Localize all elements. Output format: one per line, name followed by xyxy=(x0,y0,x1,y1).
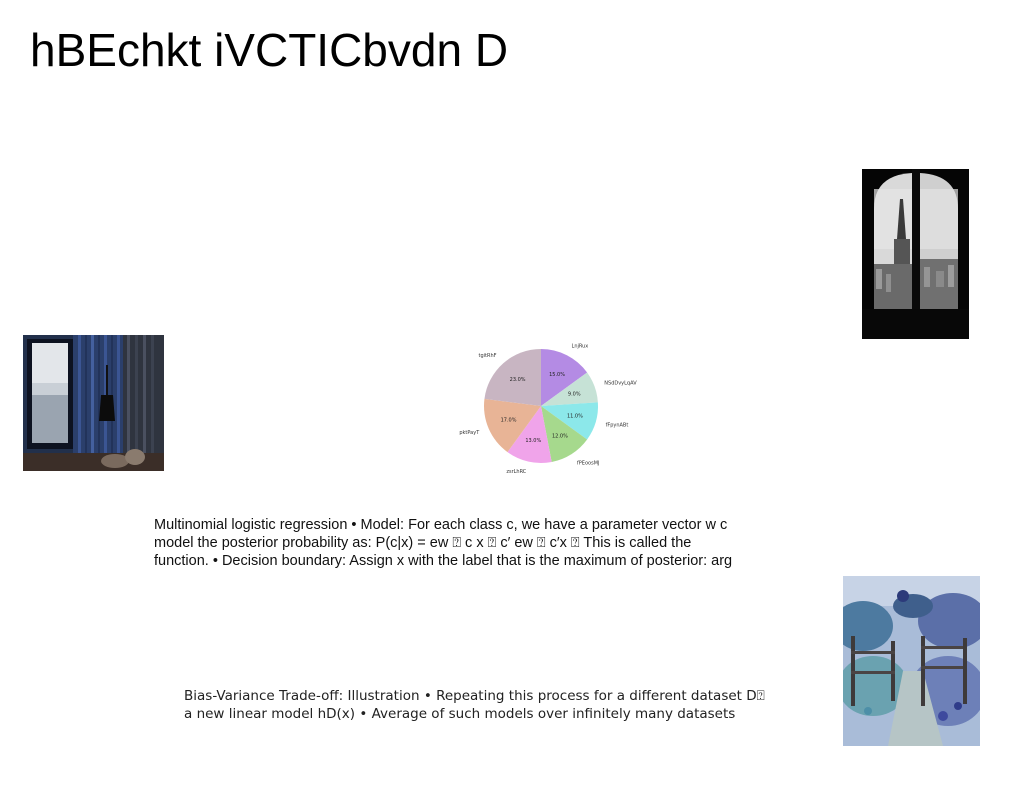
pie-category-label: fFpynABt xyxy=(606,422,629,428)
garden-gate-photo xyxy=(843,576,980,746)
pie-chart-svg: 15.0% LnjRux 9.0% NSdDvyLqAV 11.0% fFpynABt 12… xyxy=(459,344,637,476)
slide-title: hBEchkt iVCTICbvdn D xyxy=(30,24,509,76)
pie-pct-label: 17.0% xyxy=(501,418,517,424)
pie-pct-label: 15.0% xyxy=(549,372,565,378)
bias-line-1: Bias-Variance Trade-off: Illustration • … xyxy=(184,688,765,704)
pie-pct-label: 12.0% xyxy=(552,433,568,439)
pie-category-label: zsrLhRC xyxy=(506,469,526,475)
pie-pct-label: 23.0% xyxy=(510,377,526,383)
pie-chart: 15.0% LnjRux 9.0% NSdDvyLqAV 11.0% fFpynABt 12… xyxy=(455,322,645,494)
bias-variance-text: Bias-Variance Trade-off: Illustration • … xyxy=(184,687,765,723)
pie-category-label: pktPayT xyxy=(459,430,480,436)
logistic-line-1: Multinomial logistic regression • Model:… xyxy=(154,517,728,533)
window-cityscape-photo xyxy=(862,169,969,339)
pie-pct-label: 11.0% xyxy=(567,413,583,419)
pie-category-label: tgitRhF xyxy=(479,353,497,359)
logistic-regression-text: Multinomial logistic regression • Model:… xyxy=(154,516,732,570)
bias-line-2: a new linear model hD(x) • Average of su… xyxy=(184,706,736,722)
pie-category-label: fPEoosMJ xyxy=(577,460,599,466)
logistic-line-2: model the posterior probability as: P(c|… xyxy=(154,535,692,551)
pie-category-label: LnjRux xyxy=(572,344,589,350)
pie-category-label: NSdDvyLqAV xyxy=(604,381,637,387)
pie-pct-label: 13.0% xyxy=(525,438,541,444)
logistic-line-3: function. • Decision boundary: Assign x … xyxy=(154,553,733,569)
interior-room-photo xyxy=(23,335,164,471)
pie-pct-label: 9.0% xyxy=(568,392,581,398)
